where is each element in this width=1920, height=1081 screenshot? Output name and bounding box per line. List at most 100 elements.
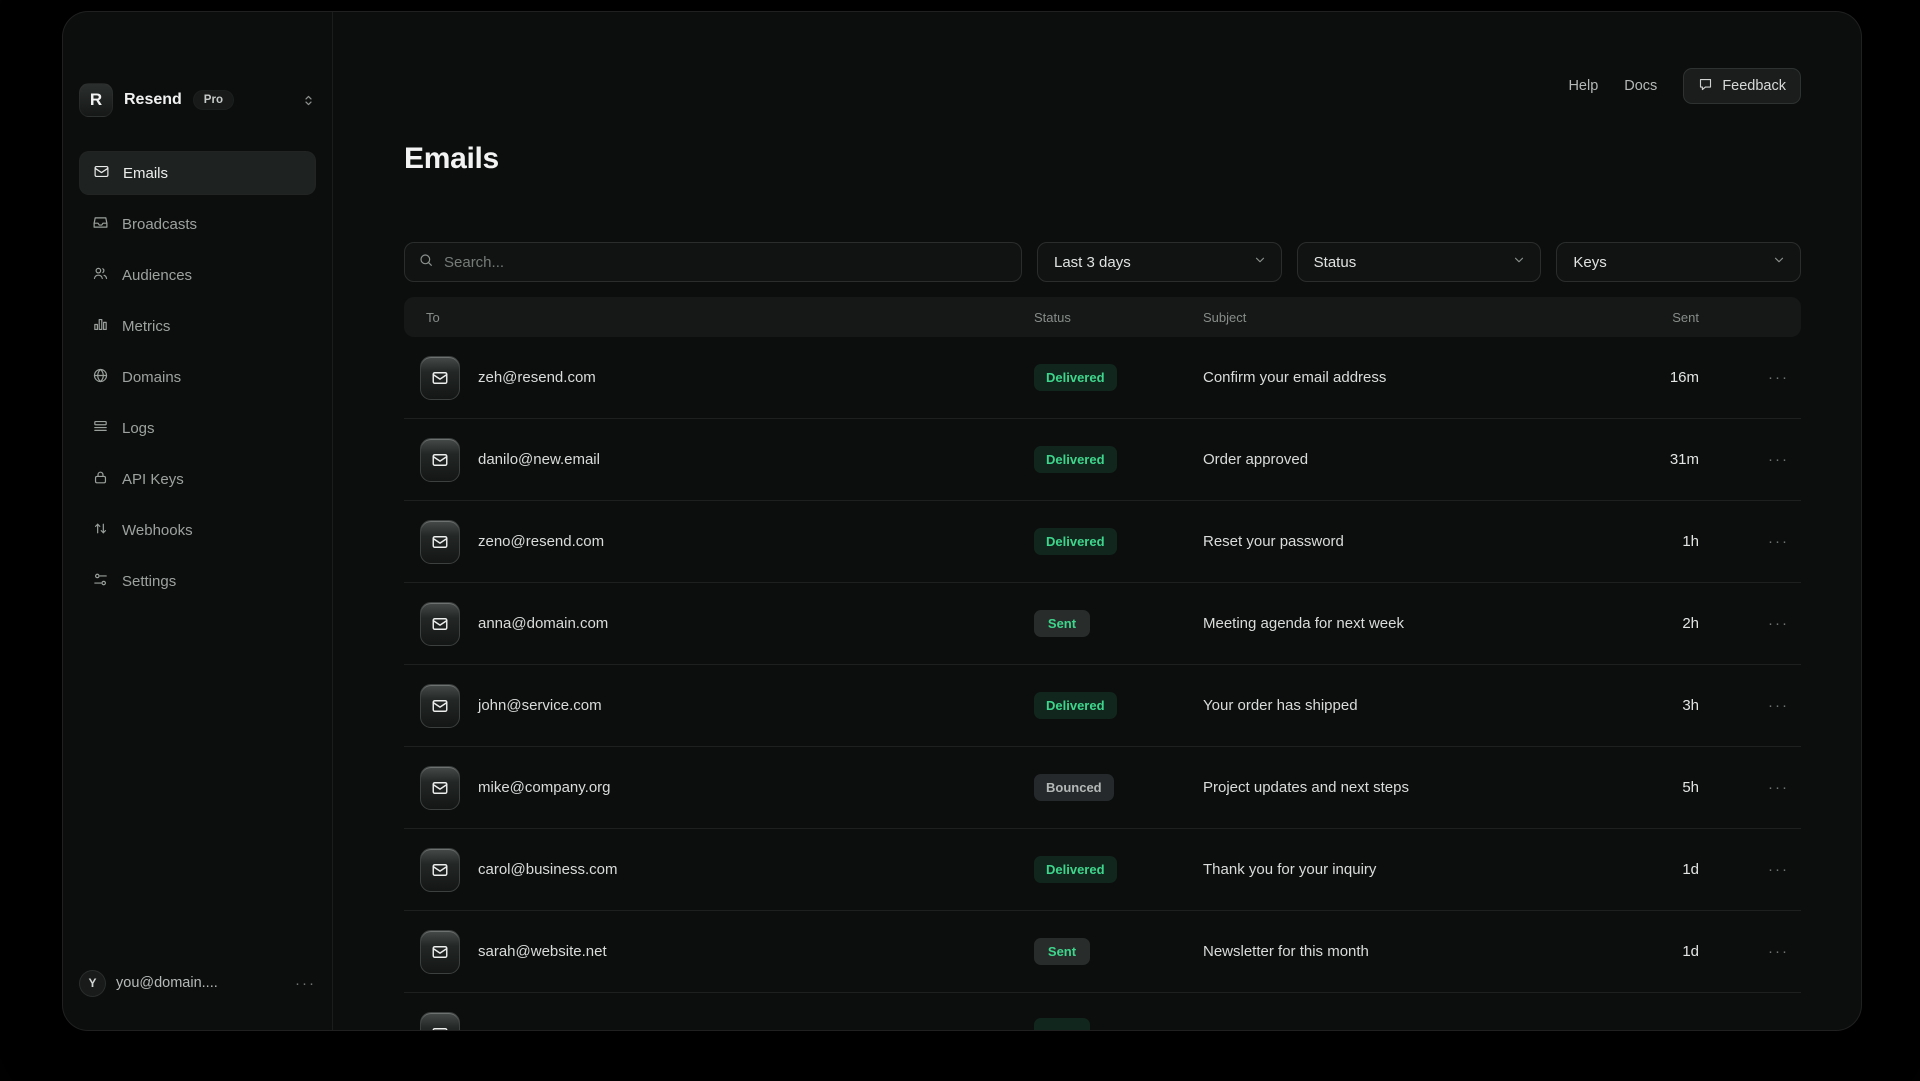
rows-icon bbox=[92, 418, 109, 439]
date-range-dropdown[interactable]: Last 3 days bbox=[1037, 242, 1282, 282]
sidebar-item-broadcasts[interactable]: Broadcasts bbox=[79, 202, 316, 246]
email-subject: Reset your password bbox=[1203, 533, 1579, 550]
search-icon bbox=[418, 252, 434, 273]
table-row[interactable]: carol@business.com Delivered Thank you f… bbox=[404, 829, 1801, 911]
email-subject: Confirm your email address bbox=[1203, 369, 1579, 386]
table-row[interactable]: danilo@new.email Delivered Order approve… bbox=[404, 419, 1801, 501]
row-menu-ellipsis-icon[interactable]: ··· bbox=[1699, 697, 1801, 714]
email-subject: Project updates and next steps bbox=[1203, 779, 1579, 796]
sidebar-nav: Emails Broadcasts Audiences Metrics Doma… bbox=[79, 151, 316, 603]
sidebar-item-api-keys[interactable]: API Keys bbox=[79, 457, 316, 501]
lock-icon bbox=[92, 469, 109, 490]
row-menu-ellipsis-icon[interactable]: ··· bbox=[1699, 451, 1801, 468]
email-subject: Newsletter for this month bbox=[1203, 943, 1579, 960]
sent-time: 1h bbox=[1579, 533, 1699, 550]
column-header-subject: Subject bbox=[1203, 310, 1579, 325]
sent-time: 1d bbox=[1579, 943, 1699, 960]
keys-dropdown[interactable]: Keys bbox=[1556, 242, 1801, 282]
docs-link[interactable]: Docs bbox=[1624, 78, 1657, 94]
status-badge: Delivered bbox=[1034, 528, 1117, 555]
keys-value: Keys bbox=[1573, 254, 1606, 271]
recipient-email: sarah@website.net bbox=[478, 943, 607, 960]
sent-time: 2h bbox=[1579, 615, 1699, 632]
status-value: Status bbox=[1314, 254, 1357, 271]
envelope-icon bbox=[420, 930, 460, 974]
bar-chart-icon bbox=[92, 316, 109, 337]
status-badge: Delivered bbox=[1034, 692, 1117, 719]
help-link[interactable]: Help bbox=[1568, 78, 1598, 94]
table-row[interactable]: sarah@website.net Sent Newsletter for th… bbox=[404, 911, 1801, 993]
envelope-icon bbox=[420, 356, 460, 400]
sidebar-item-metrics[interactable]: Metrics bbox=[79, 304, 316, 348]
envelope-icon bbox=[420, 766, 460, 810]
recipient-email: zeno@resend.com bbox=[478, 533, 604, 550]
workspace-switcher[interactable]: R Resend Pro bbox=[79, 82, 316, 118]
page-title: Emails bbox=[404, 140, 1801, 178]
speech-bubble-icon bbox=[1698, 77, 1713, 96]
table-body: zeh@resend.com Delivered Confirm your em… bbox=[404, 337, 1801, 1031]
app-window: R Resend Pro Emails Broadcasts Audiences bbox=[62, 11, 1862, 1031]
row-menu-ellipsis-icon[interactable]: ··· bbox=[1699, 779, 1801, 796]
sidebar-item-label: Audiences bbox=[122, 267, 192, 284]
sidebar-item-label: Emails bbox=[123, 165, 168, 182]
topbar: Help Docs Feedback bbox=[404, 68, 1801, 104]
recipient-email: mike@company.org bbox=[478, 779, 611, 796]
chevron-up-down-icon[interactable] bbox=[301, 93, 316, 108]
email-subject: Meeting agenda for next week bbox=[1203, 615, 1579, 632]
row-menu-ellipsis-icon[interactable]: ··· bbox=[1699, 615, 1801, 632]
user-menu-ellipsis-icon[interactable]: ··· bbox=[295, 975, 316, 992]
filter-row: Last 3 days Status Keys bbox=[404, 242, 1801, 282]
recipient-email: anna@domain.com bbox=[478, 615, 608, 632]
status-badge: Sent bbox=[1034, 938, 1090, 965]
row-menu-ellipsis-icon[interactable]: ··· bbox=[1699, 369, 1801, 386]
table-header: To Status Subject Sent bbox=[404, 297, 1801, 337]
sidebar-item-label: Logs bbox=[122, 420, 155, 437]
status-dropdown[interactable]: Status bbox=[1297, 242, 1542, 282]
row-menu-ellipsis-icon[interactable]: ··· bbox=[1699, 861, 1801, 878]
resend-logo: R bbox=[79, 83, 113, 117]
recipient-email: danilo@new.email bbox=[478, 451, 600, 468]
sent-time: 3h bbox=[1579, 697, 1699, 714]
envelope-icon bbox=[420, 848, 460, 892]
status-badge: Delivered bbox=[1034, 856, 1117, 883]
sidebar-item-webhooks[interactable]: Webhooks bbox=[79, 508, 316, 552]
brand-name: Resend bbox=[124, 91, 182, 109]
sidebar-item-emails[interactable]: Emails bbox=[79, 151, 316, 195]
table-row[interactable] bbox=[404, 993, 1801, 1031]
search-box bbox=[404, 242, 1022, 282]
search-input[interactable] bbox=[444, 254, 1008, 271]
avatar: Y bbox=[79, 970, 106, 997]
sidebar-item-label: Webhooks bbox=[122, 522, 193, 539]
chevron-down-icon bbox=[1512, 253, 1526, 271]
chevron-down-icon bbox=[1772, 253, 1786, 271]
user-account-row[interactable]: Y you@domain.... ··· bbox=[79, 968, 316, 998]
main-content: Help Docs Feedback Emails Last 3 days St… bbox=[333, 12, 1861, 1030]
table-row[interactable]: john@service.com Delivered Your order ha… bbox=[404, 665, 1801, 747]
sidebar-item-label: API Keys bbox=[122, 471, 184, 488]
sidebar-item-settings[interactable]: Settings bbox=[79, 559, 316, 603]
table-row[interactable]: mike@company.org Bounced Project updates… bbox=[404, 747, 1801, 829]
sidebar-item-audiences[interactable]: Audiences bbox=[79, 253, 316, 297]
chevron-down-icon bbox=[1253, 253, 1267, 271]
feedback-button[interactable]: Feedback bbox=[1683, 68, 1801, 104]
status-badge: Delivered bbox=[1034, 364, 1117, 391]
email-subject: Order approved bbox=[1203, 451, 1579, 468]
row-menu-ellipsis-icon[interactable]: ··· bbox=[1699, 943, 1801, 960]
sidebar-item-domains[interactable]: Domains bbox=[79, 355, 316, 399]
mail-icon bbox=[93, 163, 110, 184]
table-row[interactable]: zeno@resend.com Delivered Reset your pas… bbox=[404, 501, 1801, 583]
plan-badge: Pro bbox=[193, 90, 234, 110]
table-row[interactable]: anna@domain.com Sent Meeting agenda for … bbox=[404, 583, 1801, 665]
status-badge: Delivered bbox=[1034, 446, 1117, 473]
sidebar-item-logs[interactable]: Logs bbox=[79, 406, 316, 450]
arrows-up-down-icon bbox=[92, 520, 109, 541]
envelope-icon bbox=[420, 602, 460, 646]
table-row[interactable]: zeh@resend.com Delivered Confirm your em… bbox=[404, 337, 1801, 419]
sent-time: 16m bbox=[1579, 369, 1699, 386]
row-menu-ellipsis-icon[interactable]: ··· bbox=[1699, 533, 1801, 550]
inbox-icon bbox=[92, 214, 109, 235]
envelope-icon bbox=[420, 684, 460, 728]
recipient-email: zeh@resend.com bbox=[478, 369, 596, 386]
sidebar-item-label: Metrics bbox=[122, 318, 170, 335]
column-header-sent: Sent bbox=[1579, 310, 1699, 325]
